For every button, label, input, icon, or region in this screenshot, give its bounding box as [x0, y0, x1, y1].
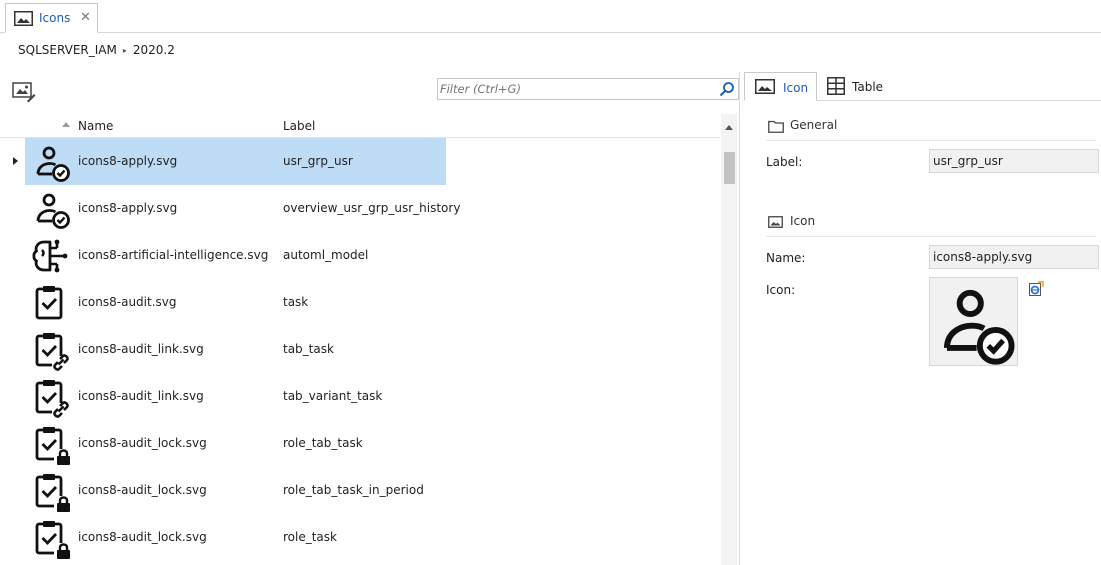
- general-section-title: General: [790, 118, 838, 132]
- tab-table-label: Table: [852, 80, 884, 94]
- breadcrumb-separator: ▸: [122, 46, 127, 55]
- table-row[interactable]: icons8-audit_lock.svg role_tab_task_in_pe…: [0, 467, 720, 514]
- table-row[interactable]: icons8-apply.svg usr_grp_usr: [0, 138, 720, 185]
- user-check-icon: [36, 146, 70, 182]
- column-header-label[interactable]: Label: [283, 119, 315, 133]
- table-row[interactable]: icons8-audit_link.svg tab_variant_task: [0, 373, 720, 420]
- cell-label: role_tab_task: [283, 436, 363, 450]
- cell-label: overview_usr_grp_usr_history: [283, 201, 461, 215]
- cell-name: icons8-apply.svg: [78, 154, 178, 168]
- pane-divider[interactable]: [739, 72, 740, 565]
- icon-preview[interactable]: [929, 277, 1018, 366]
- vertical-scrollbar[interactable]: [721, 114, 737, 565]
- label-field-caption: Label:: [766, 155, 803, 169]
- icon-section-title: Icon: [790, 214, 816, 228]
- filter-box[interactable]: [437, 78, 739, 100]
- grid-rows: icons8-apply.svg usr_grp_usr icons8-apply.…: [0, 138, 720, 561]
- cell-name: icons8-audit_lock.svg: [78, 483, 207, 497]
- clipboard-check-link-icon: [35, 380, 72, 418]
- clipboard-check-lock-icon: [35, 474, 72, 512]
- table-row[interactable]: icons8-audit_lock.svg role_tab_task: [0, 420, 720, 467]
- folder-icon: [768, 120, 784, 136]
- breadcrumb: SQLSERVER_IAM ▸ 2020.2: [18, 43, 175, 57]
- scroll-thumb[interactable]: [724, 152, 735, 184]
- cell-name: icons8-audit.svg: [78, 295, 177, 309]
- user-check-icon: [943, 289, 1015, 365]
- user-check-icon: [36, 193, 70, 229]
- cell-label: tab_task: [283, 342, 334, 356]
- cell-name: icons8-apply.svg: [78, 201, 178, 215]
- edit-icon-button[interactable]: [1028, 281, 1044, 297]
- label-field[interactable]: usr_grp_usr: [929, 149, 1099, 173]
- search-icon[interactable]: [719, 81, 735, 100]
- row-indicator-icon: [13, 157, 18, 165]
- name-field[interactable]: icons8-apply.svg: [929, 245, 1099, 269]
- icon-grid: Name Label icons8-apply.svg usr_grp_usr ic…: [0, 114, 738, 565]
- cell-label: tab_variant_task: [283, 389, 383, 403]
- clipboard-check-icon: [35, 286, 63, 320]
- clipboard-check-link-icon: [35, 333, 72, 371]
- clipboard-check-lock-icon: [35, 427, 72, 465]
- cell-name: icons8-audit_link.svg: [78, 342, 204, 356]
- table-row[interactable]: icons8-artificial-intelligence.svg automl…: [0, 232, 720, 279]
- artificial-intelligence-icon: [32, 239, 68, 273]
- grid-header: Name Label: [0, 114, 720, 138]
- breadcrumb-version[interactable]: 2020.2: [133, 43, 175, 57]
- edit-image-icon: [12, 82, 36, 103]
- tab-icon-label: Icon: [783, 81, 809, 95]
- table-row[interactable]: icons8-audit.svg task: [0, 279, 720, 326]
- cell-label: role_tab_task_in_period: [283, 483, 424, 497]
- close-icon[interactable]: ✕: [80, 10, 91, 25]
- table-row[interactable]: icons8-audit_lock.svg role_task: [0, 514, 720, 561]
- detail-tabs: Icon Table: [744, 72, 1101, 101]
- section-divider: [766, 140, 1096, 141]
- image-icon: [14, 11, 33, 29]
- column-header-name[interactable]: Name: [78, 119, 113, 133]
- edit-browser-icon: [1029, 281, 1044, 296]
- tab-icons[interactable]: Icons ✕: [5, 3, 98, 33]
- clipboard-check-lock-icon: [35, 521, 72, 559]
- table-row[interactable]: icons8-apply.svg overview_usr_grp_usr_his…: [0, 185, 720, 232]
- tab-table[interactable]: Table: [825, 72, 905, 101]
- image-icon: [768, 216, 783, 231]
- filter-input[interactable]: [440, 81, 710, 97]
- table-row[interactable]: icons8-audit_link.svg tab_task: [0, 326, 720, 373]
- cell-label: task: [283, 295, 309, 309]
- cell-name: icons8-audit_link.svg: [78, 389, 204, 403]
- cell-label: usr_grp_usr: [283, 154, 353, 168]
- table-icon: [827, 77, 845, 98]
- cell-label: role_task: [283, 530, 337, 544]
- scroll-up-icon[interactable]: [725, 125, 733, 130]
- cell-label: automl_model: [283, 248, 369, 262]
- tab-icons-label: Icons: [39, 11, 71, 25]
- cell-name: icons8-artificial-intelligence.svg: [78, 248, 269, 262]
- cell-name: icons8-audit_lock.svg: [78, 530, 207, 544]
- section-divider: [766, 236, 1096, 237]
- document-tabstrip: Icons ✕: [0, 0, 1101, 33]
- breadcrumb-db[interactable]: SQLSERVER_IAM: [18, 43, 117, 57]
- tab-icon[interactable]: Icon: [744, 72, 817, 101]
- edit-image-button[interactable]: [12, 81, 36, 103]
- image-icon: [755, 79, 775, 97]
- name-field-caption: Name:: [766, 251, 806, 265]
- sort-ascending-icon[interactable]: [62, 122, 70, 127]
- icon-field-caption: Icon:: [766, 283, 796, 297]
- cell-name: icons8-audit_lock.svg: [78, 436, 207, 450]
